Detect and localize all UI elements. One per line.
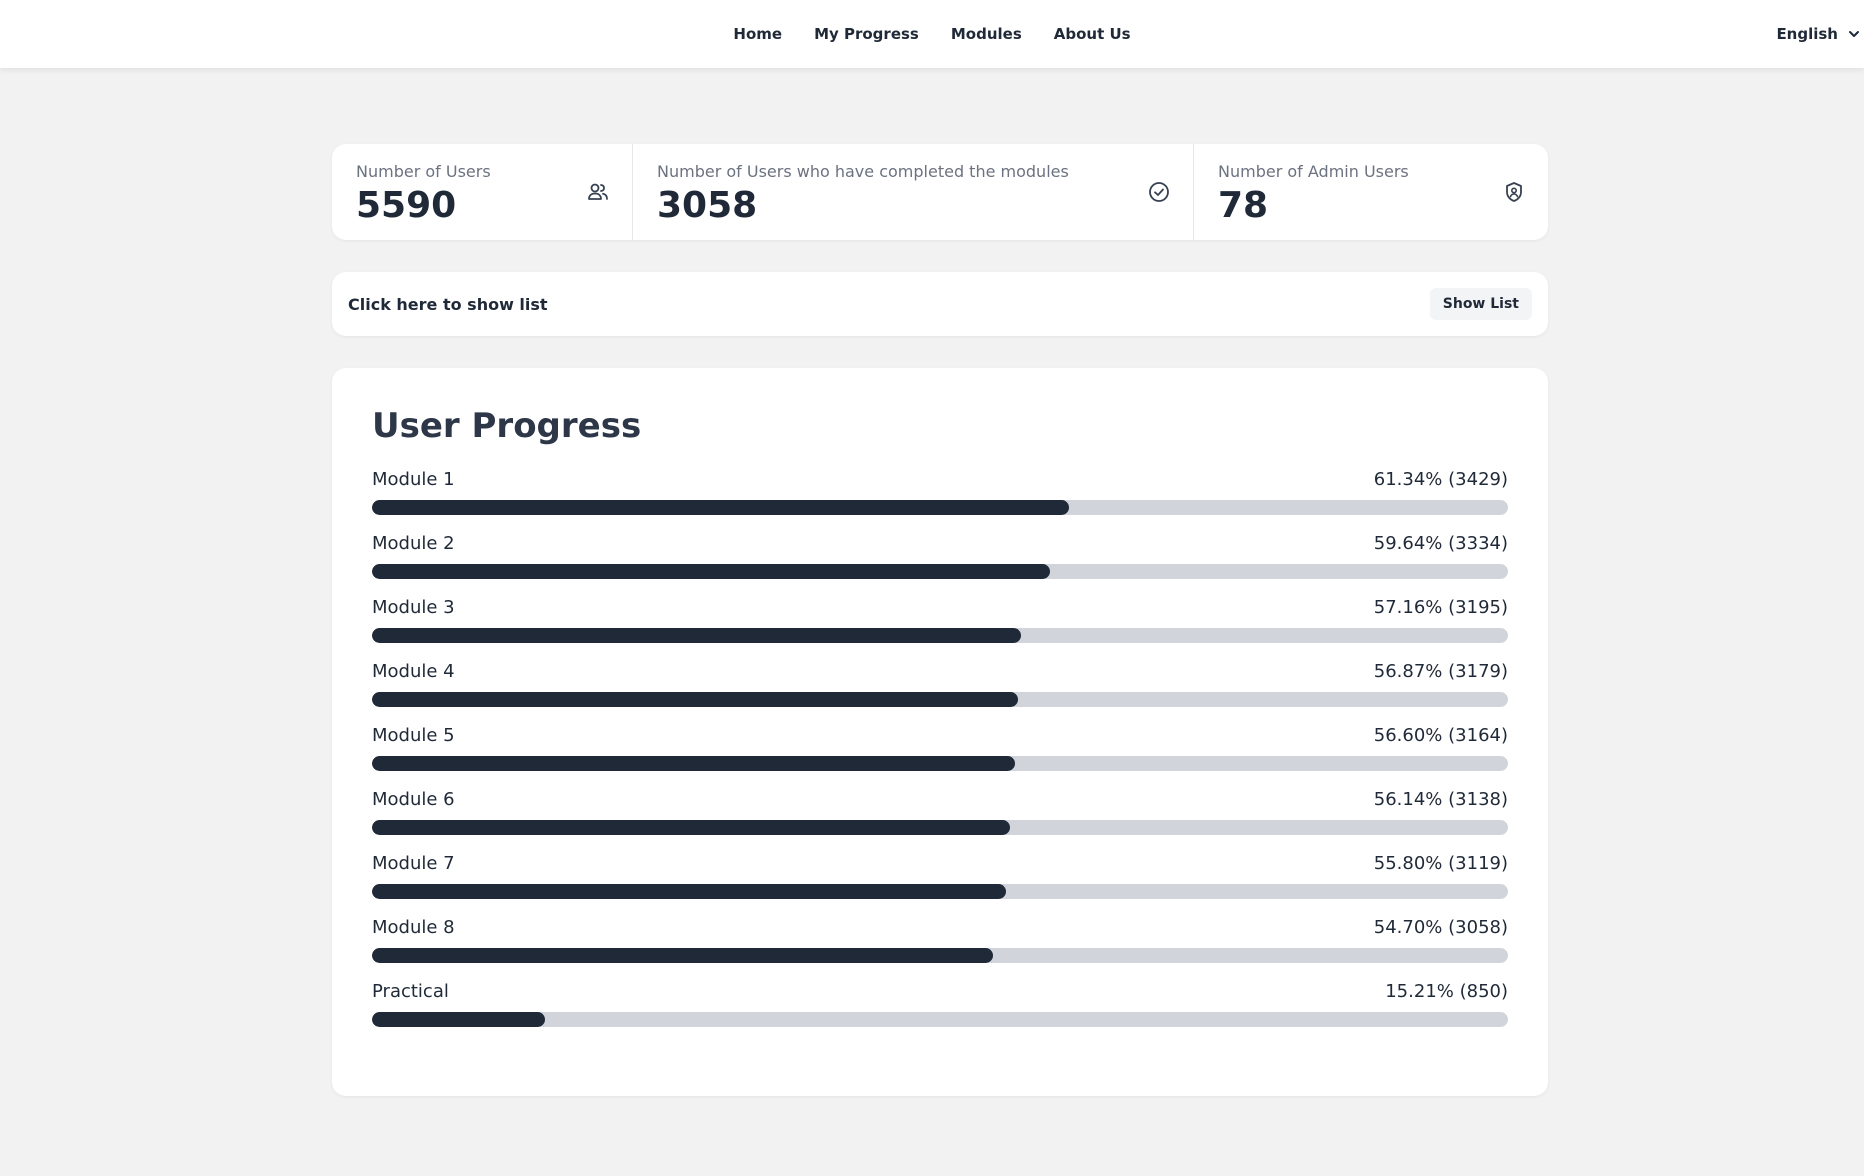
progress-bar-track — [372, 1012, 1508, 1027]
progress-bar-fill — [372, 628, 1022, 643]
progress-row: Module 6 56.14% (3138) — [372, 786, 1508, 850]
progress-row: Module 4 56.87% (3179) — [372, 658, 1508, 722]
progress-value: 59.64% (3334) — [1373, 532, 1508, 554]
progress-label: Module 8 — [372, 916, 455, 938]
progress-bar-fill — [372, 948, 994, 963]
progress-row: Module 1 61.34% (3429) — [372, 466, 1508, 530]
progress-label: Practical — [372, 980, 449, 1002]
progress-row-header: Module 2 59.64% (3334) — [372, 530, 1508, 556]
shield-user-icon — [1506, 182, 1522, 202]
stat-users-completed-modules: Number of Users who have completed the m… — [633, 144, 1194, 240]
show-list-bar: Click here to show list Show List — [332, 272, 1548, 336]
progress-bar-fill — [372, 500, 1069, 515]
progress-label: Module 2 — [372, 532, 455, 554]
progress-label: Module 1 — [372, 468, 455, 490]
nav-modules-link[interactable]: Modules — [951, 25, 1022, 43]
progress-list: Module 1 61.34% (3429) Module 2 59.64% (333… — [372, 466, 1508, 1042]
progress-bar-track — [372, 628, 1508, 643]
progress-row: Module 3 57.16% (3195) — [372, 594, 1508, 658]
progress-row-header: Module 4 56.87% (3179) — [372, 658, 1508, 684]
progress-label: Module 6 — [372, 788, 455, 810]
stat-label: Number of Users — [356, 162, 491, 181]
user-progress-card: User Progress Module 1 61.34% (3429) Modul… — [332, 368, 1548, 1096]
progress-value: 15.21% (850) — [1385, 980, 1508, 1002]
progress-row-header: Module 1 61.34% (3429) — [372, 466, 1508, 492]
progress-label: Module 4 — [372, 660, 455, 682]
chevron-down-icon — [1849, 31, 1859, 37]
stats-card: Number of Users 5590 Number of Users who… — [332, 144, 1548, 240]
stat-number-of-admin-users: Number of Admin Users 78 — [1194, 144, 1548, 240]
progress-row-header: Module 8 54.70% (3058) — [372, 914, 1508, 940]
nav-home-link[interactable]: Home — [733, 25, 782, 43]
stat-value: 78 — [1218, 185, 1269, 226]
progress-row: Module 8 54.70% (3058) — [372, 914, 1508, 978]
progress-value: 56.14% (3138) — [1373, 788, 1508, 810]
progress-row-header: Practical 15.21% (850) — [372, 978, 1508, 1004]
show-list-prompt: Click here to show list — [348, 294, 548, 314]
progress-bar-fill — [372, 564, 1050, 579]
progress-row: Module 7 55.80% (3119) — [372, 850, 1508, 914]
stat-value: 3058 — [657, 185, 758, 226]
check-circle-icon — [1149, 182, 1169, 202]
progress-bar-fill — [372, 884, 1006, 899]
progress-value: 55.80% (3119) — [1373, 852, 1508, 874]
language-selector[interactable]: English — [1776, 0, 1864, 68]
progress-bar-track — [372, 756, 1508, 771]
users-icon — [588, 183, 608, 200]
progress-bar-fill — [372, 820, 1010, 835]
progress-row: Module 2 59.64% (3334) — [372, 530, 1508, 594]
nav-my-progress-link[interactable]: My Progress — [814, 25, 919, 43]
progress-row-header: Module 7 55.80% (3119) — [372, 850, 1508, 876]
progress-row: Module 5 56.60% (3164) — [372, 722, 1508, 786]
progress-row-header: Module 5 56.60% (3164) — [372, 722, 1508, 748]
progress-label: Module 5 — [372, 724, 455, 746]
nav-about-us-link[interactable]: About Us — [1054, 25, 1131, 43]
stat-number-of-users: Number of Users 5590 — [332, 144, 633, 240]
progress-bar-track — [372, 564, 1508, 579]
progress-bar-track — [372, 500, 1508, 515]
progress-bar-track — [372, 820, 1508, 835]
language-label: English — [1776, 25, 1838, 43]
progress-bar-track — [372, 692, 1508, 707]
progress-row: Practical 15.21% (850) — [372, 978, 1508, 1042]
progress-bar-fill — [372, 692, 1019, 707]
progress-label: Module 7 — [372, 852, 455, 874]
stat-value: 5590 — [356, 185, 457, 226]
progress-bar-fill — [372, 756, 1015, 771]
progress-value: 56.60% (3164) — [1373, 724, 1508, 746]
progress-value: 61.34% (3429) — [1373, 468, 1508, 490]
progress-label: Module 3 — [372, 596, 455, 618]
progress-bar-fill — [372, 1012, 545, 1027]
progress-value: 54.70% (3058) — [1373, 916, 1508, 938]
stat-label: Number of Users who have completed the m… — [657, 162, 1069, 181]
progress-row-header: Module 3 57.16% (3195) — [372, 594, 1508, 620]
main-nav: Home My Progress Modules About Us — [0, 0, 1864, 68]
page-title: User Progress — [372, 406, 642, 446]
progress-bar-track — [372, 884, 1508, 899]
progress-value: 57.16% (3195) — [1373, 596, 1508, 618]
progress-row-header: Module 6 56.14% (3138) — [372, 786, 1508, 812]
progress-bar-track — [372, 948, 1508, 963]
progress-value: 56.87% (3179) — [1373, 660, 1508, 682]
top-navigation-bar: Home My Progress Modules About Us Englis… — [0, 0, 1864, 68]
show-list-button[interactable]: Show List — [1429, 288, 1532, 320]
stat-label: Number of Admin Users — [1218, 162, 1409, 181]
